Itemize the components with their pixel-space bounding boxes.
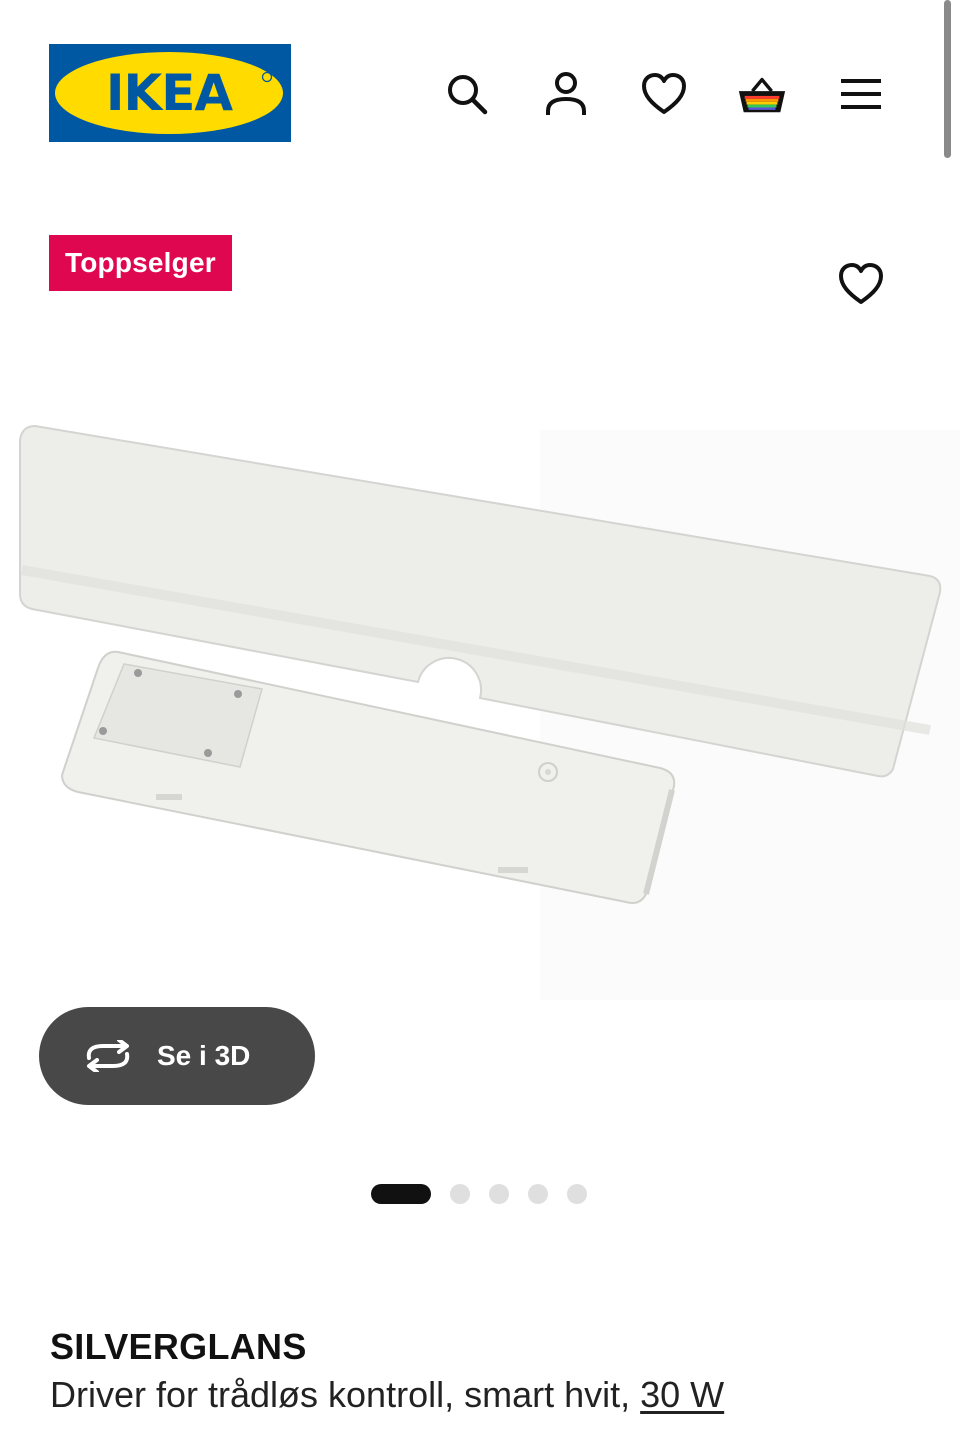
carousel-indicator — [371, 1184, 587, 1204]
product-name: SILVERGLANS — [50, 1326, 307, 1367]
product-description: Driver for trådløs kontroll, smart hvit,… — [50, 1374, 724, 1416]
top-seller-badge: Toppselger — [49, 235, 232, 291]
carousel-dot-4[interactable] — [528, 1184, 548, 1204]
logo-text: IKEA — [106, 64, 234, 122]
view-in-3d-label: Se i 3D — [157, 1040, 251, 1071]
basket-icon[interactable] — [736, 68, 788, 120]
carousel-dot-5[interactable] — [567, 1184, 587, 1204]
rotate-3d-icon — [83, 1036, 133, 1076]
carousel-dot-1[interactable] — [371, 1184, 431, 1204]
user-icon[interactable] — [540, 68, 592, 120]
carousel-dot-2[interactable] — [450, 1184, 470, 1204]
heart-icon[interactable] — [638, 68, 690, 120]
add-to-favourites-heart-icon[interactable] — [834, 257, 888, 311]
product-description-text: Driver for trådløs kontroll, smart hvit, — [50, 1374, 631, 1415]
page-scrollbar[interactable] — [944, 0, 951, 158]
menu-icon[interactable] — [835, 68, 887, 120]
view-in-3d-button[interactable]: Se i 3D — [39, 1007, 315, 1105]
product-image[interactable] — [0, 400, 960, 1000]
variant-link[interactable]: 30 W — [640, 1374, 724, 1415]
ikea-logo[interactable]: IKEA — [49, 44, 291, 142]
carousel-dot-3[interactable] — [489, 1184, 509, 1204]
search-icon[interactable] — [441, 68, 493, 120]
